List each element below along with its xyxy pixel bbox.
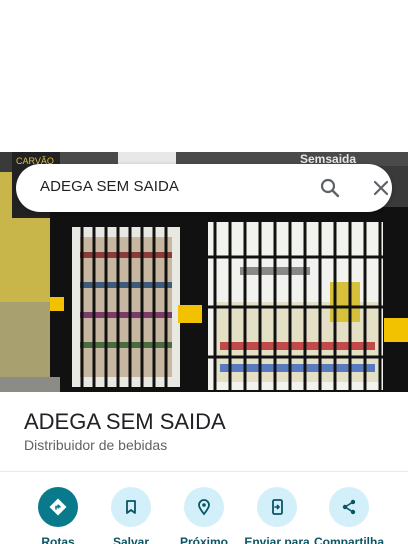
directions-icon xyxy=(38,487,78,527)
save-label: Salvar xyxy=(112,535,150,544)
place-title: ADEGA SEM SAIDA xyxy=(24,409,226,434)
send-to-phone-button[interactable]: Enviar para xyxy=(237,487,317,544)
search-bar[interactable]: ADEGA SEM SAIDA xyxy=(16,164,392,212)
nearby-icon xyxy=(184,487,224,527)
search-query-text[interactable]: ADEGA SEM SAIDA xyxy=(40,178,179,195)
nearby-label: Próximo xyxy=(179,535,228,544)
directions-button[interactable]: Rotas xyxy=(18,487,98,544)
search-icon[interactable] xyxy=(318,176,342,200)
nearby-button[interactable]: Próximo xyxy=(164,487,244,544)
share-button[interactable]: Compartilha xyxy=(309,487,389,544)
save-button[interactable]: Salvar xyxy=(91,487,171,544)
bookmark-icon xyxy=(111,487,151,527)
share-icon xyxy=(329,487,369,527)
share-label: Compartilha xyxy=(313,535,384,544)
action-row: Rotas Salvar Próximo Enviar para Compart… xyxy=(0,487,408,544)
send-to-phone-icon xyxy=(257,487,297,527)
map-blank-area xyxy=(0,0,408,152)
directions-label: Rotas xyxy=(41,535,75,544)
divider xyxy=(0,471,408,472)
place-category: Distribuidor de bebidas xyxy=(24,437,168,453)
close-icon[interactable] xyxy=(369,176,393,200)
send-to-phone-label: Enviar para xyxy=(244,535,310,544)
